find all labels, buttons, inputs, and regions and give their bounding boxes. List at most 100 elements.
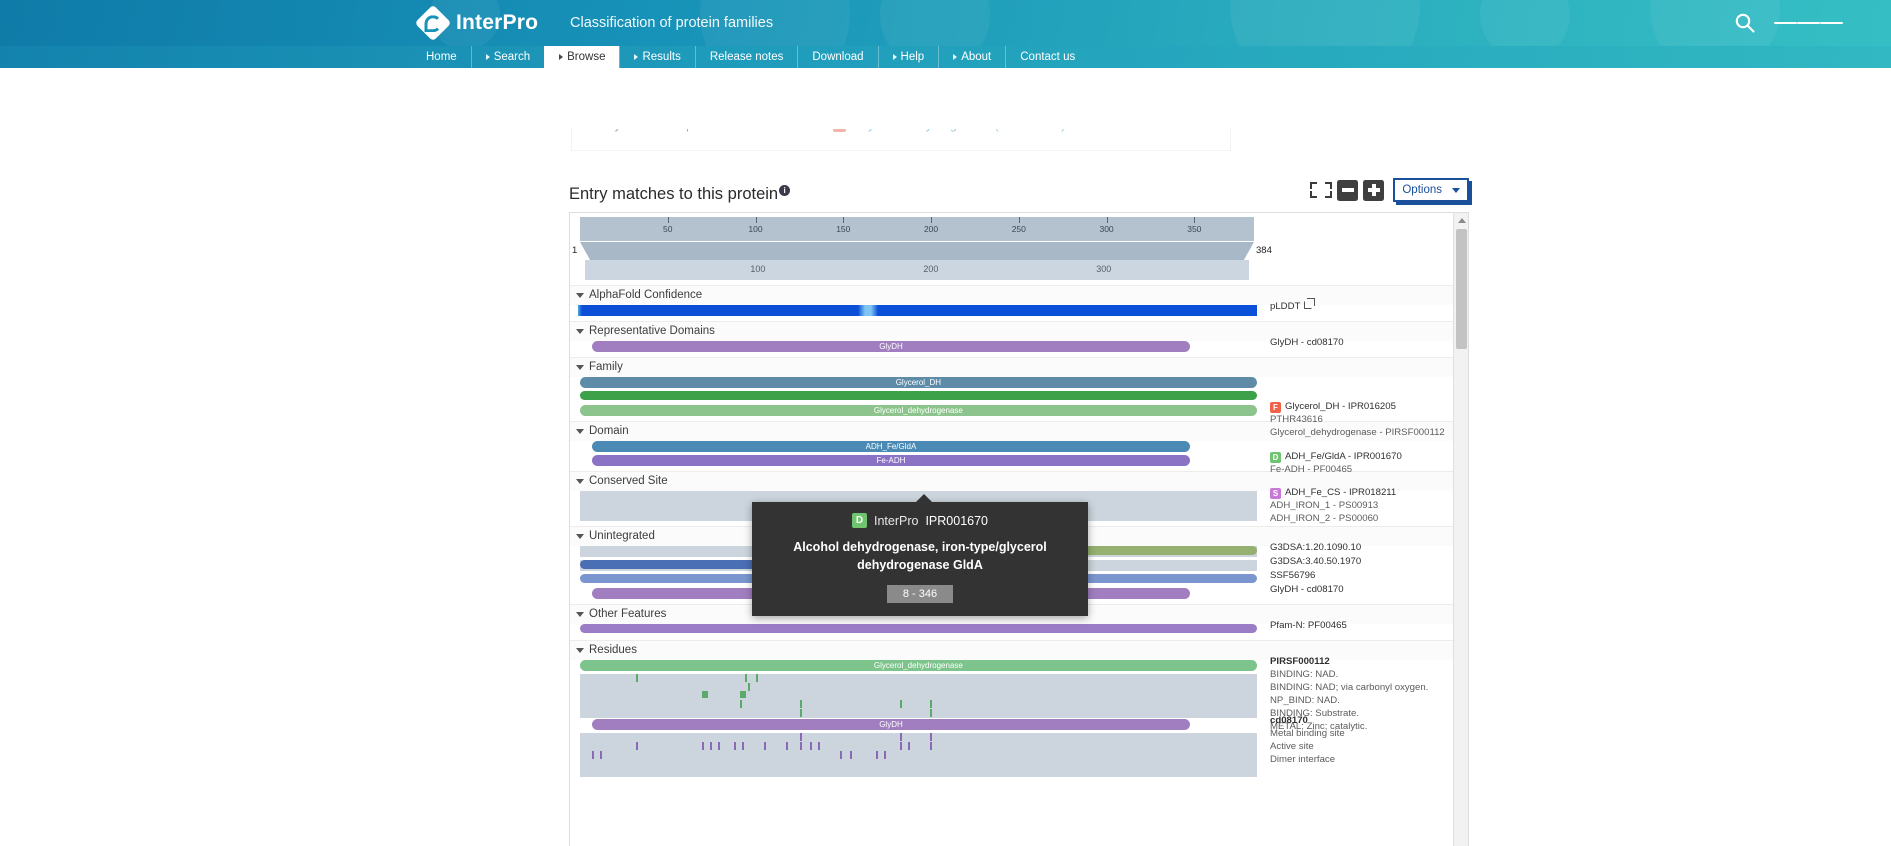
- entry-label-sub[interactable]: Fe-ADH - PF00465: [1270, 464, 1402, 477]
- entry-label[interactable]: Pfam-N: PF00465: [1270, 620, 1347, 633]
- match-bar[interactable]: ADH_Fe/GldA: [592, 441, 1190, 452]
- entry-label-sub[interactable]: BINDING: NAD.: [1270, 669, 1428, 682]
- residue-marker[interactable]: [636, 742, 638, 750]
- residue-marker[interactable]: [756, 674, 758, 682]
- vertical-scrollbar[interactable]: [1453, 213, 1468, 846]
- entry-label[interactable]: F Glycerol_DH - IPR016205 PTHR43616 Glycero…: [1270, 401, 1445, 440]
- match-bar[interactable]: Glycerol_DH: [579, 377, 1257, 388]
- residue-marker[interactable]: [636, 674, 638, 682]
- residue-marker[interactable]: [786, 742, 788, 750]
- residue-marker[interactable]: [930, 700, 932, 708]
- residue-marker[interactable]: [840, 751, 842, 759]
- entry-label[interactable]: GlyDH - cd08170: [1270, 584, 1344, 597]
- nav-item-contact-us[interactable]: Contact us: [1005, 46, 1089, 68]
- match-bar[interactable]: Glycerol_dehydrogenase: [579, 405, 1257, 416]
- entry-label[interactable]: GlyDH - cd08170: [1270, 337, 1344, 350]
- expand-icon[interactable]: [1310, 180, 1333, 200]
- entry-label-main[interactable]: SSF56796: [1270, 570, 1315, 583]
- residue-marker[interactable]: [800, 709, 802, 717]
- residue-marker[interactable]: [818, 742, 820, 750]
- nav-item-results[interactable]: Results: [619, 46, 694, 68]
- entry-label-main[interactable]: GlyDH - cd08170: [1270, 337, 1344, 350]
- residue-marker[interactable]: [930, 742, 932, 750]
- entry-label-sub[interactable]: Metal binding site: [1270, 728, 1345, 741]
- scroll-up-icon[interactable]: [1458, 218, 1466, 223]
- residue-marker[interactable]: [800, 700, 802, 708]
- residue-marker[interactable]: [702, 691, 708, 698]
- match-bar[interactable]: Glycerol_dehydrogenase: [579, 660, 1257, 671]
- nav-item-about[interactable]: About: [938, 46, 1005, 68]
- entry-label-main[interactable]: D ADH_Fe/GldA - IPR001670: [1270, 451, 1402, 464]
- entry-label-sub[interactable]: BINDING: NAD; via carbonyl oxygen.: [1270, 682, 1428, 695]
- residue-marker[interactable]: [900, 742, 902, 750]
- residue-marker[interactable]: [800, 742, 802, 750]
- info-icon[interactable]: i: [779, 184, 791, 196]
- section-toggle[interactable]: AlphaFold Confidence: [570, 286, 1454, 304]
- residue-marker[interactable]: [592, 751, 594, 759]
- residue-marker[interactable]: [702, 742, 704, 750]
- residue-marker[interactable]: [930, 733, 932, 741]
- search-icon[interactable]: [1734, 12, 1756, 34]
- nav-item-download[interactable]: Download: [797, 46, 877, 68]
- ruler-selection-band[interactable]: [580, 242, 1254, 260]
- match-bar[interactable]: [579, 391, 1257, 400]
- match-bar[interactable]: GlyDH: [592, 719, 1190, 730]
- residue-marker[interactable]: [745, 674, 747, 682]
- residue-marker[interactable]: [740, 700, 742, 708]
- match-bar[interactable]: Fe-ADH: [592, 455, 1190, 466]
- entry-label-sub[interactable]: Active site: [1270, 741, 1345, 754]
- residue-marker[interactable]: [742, 742, 744, 750]
- entry-label[interactable]: SSF56796: [1270, 570, 1315, 583]
- hamburger-menu-icon[interactable]: [1774, 18, 1843, 27]
- zoom-in-icon[interactable]: [1363, 179, 1385, 201]
- residue-marker[interactable]: [600, 751, 602, 759]
- entry-label-main[interactable]: G3DSA:1.20.1090.10: [1270, 542, 1361, 555]
- nav-item-release-notes[interactable]: Release notes: [694, 46, 798, 68]
- residue-marker[interactable]: [900, 733, 902, 741]
- alphafold-plddt-bar[interactable]: [578, 305, 1257, 316]
- entry-label-main[interactable]: F Glycerol_DH - IPR016205: [1270, 401, 1445, 414]
- entry-label-sub[interactable]: NP_BIND: NAD.: [1270, 695, 1428, 708]
- nav-item-home[interactable]: Home: [412, 46, 471, 68]
- interpro-logo-link[interactable]: InterPro: [414, 0, 538, 46]
- entry-label[interactable]: G3DSA:3.40.50.1970: [1270, 556, 1361, 569]
- family-membership-value-wrap[interactable]: Glycerol dehydrogenase (IPR016205): [833, 129, 1066, 133]
- external-link-icon[interactable]: [1304, 298, 1316, 309]
- family-membership-value[interactable]: Glycerol dehydrogenase (IPR016205): [856, 129, 1066, 132]
- section-toggle[interactable]: Family: [570, 358, 1454, 376]
- residue-marker[interactable]: [810, 742, 812, 750]
- residue-marker[interactable]: [740, 691, 746, 698]
- residue-marker[interactable]: [748, 683, 750, 691]
- entry-label-main[interactable]: GlyDH - cd08170: [1270, 584, 1344, 597]
- entry-label-main[interactable]: pLDDT: [1270, 298, 1316, 314]
- entry-label[interactable]: D ADH_Fe/GldA - IPR001670 Fe-ADH - PF00465: [1270, 451, 1402, 477]
- match-bar[interactable]: [579, 624, 1257, 633]
- entry-label-main[interactable]: S ADH_Fe_CS - IPR018211: [1270, 487, 1396, 500]
- residue-marker[interactable]: [710, 742, 712, 750]
- residue-marker[interactable]: [930, 709, 932, 717]
- entry-label[interactable]: cd08170 Metal binding site Active site Dime…: [1270, 715, 1345, 767]
- residue-marker[interactable]: [734, 742, 736, 750]
- residue-marker[interactable]: [718, 742, 720, 750]
- nav-item-search[interactable]: Search: [470, 46, 544, 68]
- zoom-out-icon[interactable]: [1337, 179, 1359, 201]
- entry-label[interactable]: pLDDT: [1270, 298, 1316, 314]
- entry-label-main[interactable]: G3DSA:3.40.50.1970: [1270, 556, 1361, 569]
- nav-item-browse[interactable]: Browse: [544, 46, 620, 68]
- residue-marker[interactable]: [908, 742, 910, 750]
- nav-item-help[interactable]: Help: [877, 46, 939, 68]
- residue-marker[interactable]: [876, 751, 878, 759]
- entry-label-sub[interactable]: Dimer interface: [1270, 754, 1345, 767]
- residue-marker[interactable]: [764, 742, 766, 750]
- entry-label-sub[interactable]: Glycerol_dehydrogenase - PIRSF000112: [1270, 427, 1445, 440]
- entry-label-main[interactable]: Pfam-N: PF00465: [1270, 620, 1347, 633]
- entry-label-sub[interactable]: ADH_IRON_1 - PS00913: [1270, 500, 1396, 513]
- options-button[interactable]: Options: [1393, 178, 1469, 202]
- residue-marker[interactable]: [850, 751, 852, 759]
- entry-label-sub[interactable]: PTHR43616: [1270, 414, 1445, 427]
- entry-label[interactable]: G3DSA:1.20.1090.10: [1270, 542, 1361, 555]
- residue-marker[interactable]: [884, 751, 886, 759]
- entry-label[interactable]: S ADH_Fe_CS - IPR018211 ADH_IRON_1 - PS009…: [1270, 487, 1396, 526]
- residue-marker[interactable]: [800, 733, 802, 741]
- match-bar[interactable]: GlyDH: [592, 341, 1190, 352]
